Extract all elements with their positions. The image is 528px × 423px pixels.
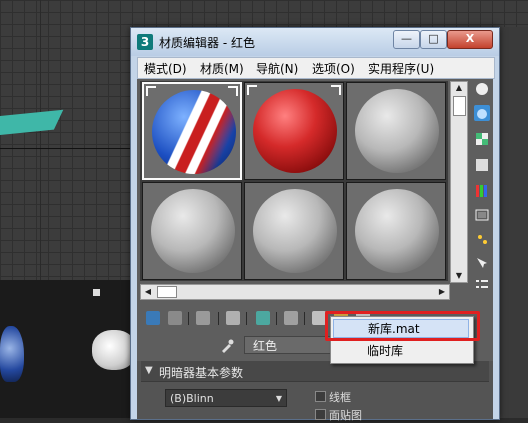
maximize-button[interactable]: □ <box>420 30 447 49</box>
shader-basic-params-rollout: ▼ 明暗器基本参数 (B)Blinn ▼ 线框 面贴图 <box>137 361 493 422</box>
window-title: 材质编辑器 - 红色 <box>159 36 255 50</box>
vertical-scrollbar[interactable]: ▲ ▼ <box>450 81 468 283</box>
menu-navigation[interactable]: 导航(N) <box>256 60 298 77</box>
make-unique-icon[interactable] <box>256 311 270 325</box>
sample-slot[interactable] <box>346 182 446 280</box>
scroll-left-icon[interactable]: ◀ <box>141 285 155 299</box>
menu-options[interactable]: 选项(O) <box>312 60 355 77</box>
background-panel <box>498 27 528 418</box>
toolbar-separator <box>276 312 277 325</box>
sample-slot[interactable] <box>244 82 344 180</box>
sample-slot[interactable] <box>142 182 242 280</box>
face-map-checkbox[interactable] <box>315 409 326 420</box>
sample-slot[interactable] <box>346 82 446 180</box>
make-preview-icon[interactable] <box>474 207 490 223</box>
sample-slot[interactable] <box>244 182 344 280</box>
teapot-object[interactable] <box>0 326 24 382</box>
highlight-box <box>325 311 480 341</box>
eyedropper-icon[interactable] <box>220 339 234 353</box>
sample-type-icon[interactable] <box>474 81 490 97</box>
collapse-icon[interactable]: ▼ <box>145 365 153 376</box>
material-sphere <box>151 189 235 273</box>
get-material-icon[interactable] <box>146 311 160 325</box>
scroll-up-icon[interactable]: ▲ <box>451 82 467 94</box>
wire-checkbox[interactable] <box>315 391 326 402</box>
app-icon: 3 <box>137 34 153 50</box>
reset-map-icon[interactable] <box>226 311 240 325</box>
chevron-down-icon: ▼ <box>275 394 282 403</box>
menu-mode[interactable]: 模式(D) <box>144 60 187 77</box>
scroll-thumb[interactable] <box>157 286 177 298</box>
material-sphere <box>253 89 337 173</box>
scene-object[interactable] <box>0 109 64 136</box>
grid-axis <box>0 148 135 149</box>
grid-line <box>40 0 41 280</box>
toolbar-separator <box>218 312 219 325</box>
editor-body: ▲ ▼ ◀ ▶ 红色 ▼ 明暗器基本参数 (B)Blinn ▼ 线框 面贴图 <box>137 79 493 422</box>
menu-utilities[interactable]: 实用程序(U) <box>368 60 434 77</box>
material-sphere <box>152 90 236 174</box>
toolbar-separator <box>188 312 189 325</box>
face-map-label: 面贴图 <box>329 409 362 422</box>
sample-slots <box>140 81 448 281</box>
close-button[interactable]: X <box>447 30 493 49</box>
toolbar-separator <box>304 312 305 325</box>
material-sphere <box>355 89 439 173</box>
backlight-icon[interactable] <box>474 105 490 121</box>
scroll-right-icon[interactable]: ▶ <box>435 285 449 299</box>
put-to-scene-icon[interactable] <box>168 311 182 325</box>
background-icon[interactable] <box>474 131 490 147</box>
selection-corner <box>146 86 156 96</box>
material-sphere <box>253 189 337 273</box>
rollout-header[interactable]: ▼ 明暗器基本参数 <box>141 361 489 382</box>
material-map-navigator-icon[interactable] <box>474 277 490 293</box>
material-id-icon[interactable] <box>312 311 326 325</box>
rollout-title: 明暗器基本参数 <box>159 366 244 380</box>
horizontal-scrollbar[interactable]: ◀ ▶ <box>140 284 450 300</box>
toolbar-separator <box>246 312 247 325</box>
video-color-check-icon[interactable] <box>474 183 490 199</box>
scroll-down-icon[interactable]: ▼ <box>451 270 467 282</box>
sample-slot[interactable] <box>142 82 242 180</box>
put-to-library-icon[interactable] <box>284 311 298 325</box>
selection-corner <box>331 85 341 95</box>
selection-corner <box>228 86 238 96</box>
side-toolbar <box>471 79 493 299</box>
shader-value: (B)Blinn <box>170 392 214 405</box>
assign-to-selection-icon[interactable] <box>196 311 210 325</box>
select-by-material-icon[interactable] <box>474 255 490 271</box>
scroll-thumb[interactable] <box>453 96 466 116</box>
menu-bar: 模式(D) 材质(M) 导航(N) 选项(O) 实用程序(U) <box>137 57 495 79</box>
options-icon[interactable] <box>474 231 490 247</box>
minimize-button[interactable]: — <box>393 30 420 49</box>
wire-label: 线框 <box>329 391 351 404</box>
menu-item-temp-library[interactable]: 临时库 <box>333 342 469 361</box>
selection-corner <box>247 85 257 95</box>
shader-dropdown[interactable]: (B)Blinn ▼ <box>165 389 287 407</box>
sample-uv-icon[interactable] <box>474 157 490 173</box>
scene-object[interactable] <box>93 289 100 296</box>
menu-material[interactable]: 材质(M) <box>200 60 244 77</box>
title-bar[interactable]: 3 材质编辑器 - 红色 — □ X <box>131 28 499 56</box>
material-sphere <box>355 189 439 273</box>
